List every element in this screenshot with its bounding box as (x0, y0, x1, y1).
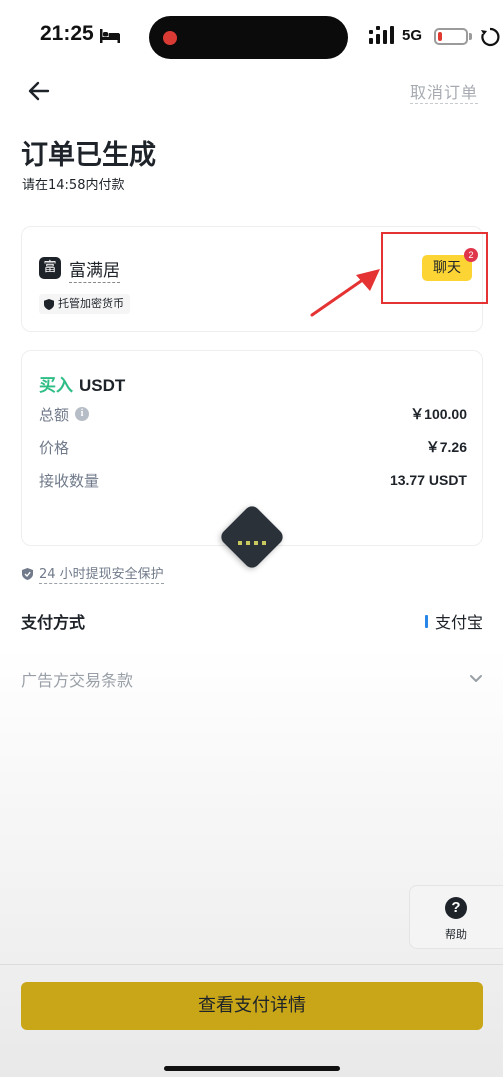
chat-unread-badge: 2 (464, 248, 478, 262)
order-screen: 21:25 5G 取消订单 订单已生成 请在14:58内付款 富 富满居 托管加… (0, 0, 503, 1077)
order-side-line: 买入 USDT (39, 371, 125, 396)
back-arrow-icon[interactable] (26, 78, 52, 104)
chat-label: 聊天 (433, 260, 461, 276)
chevron-down-icon (470, 675, 482, 682)
price-value: ￥7.26 (425, 439, 467, 455)
receive-quantity-value: 13.77 USDT (389, 472, 467, 488)
shield-icon (44, 298, 54, 310)
advertiser-terms-label: 广告方交易条款 (21, 671, 134, 690)
status-bar: 21:25 5G (0, 0, 503, 74)
network-type: 5G (402, 27, 423, 44)
escrow-tag: 托管加密货币 (39, 294, 130, 314)
merchant-name[interactable]: 富满居 (69, 256, 120, 283)
merchant-card: 富 富满居 托管加密货币 聊天 2 (21, 226, 483, 332)
bottom-divider (0, 964, 503, 965)
total-amount-label: 总额 (39, 405, 70, 424)
recording-indicator-icon (163, 31, 177, 45)
payment-method-value: 支付宝 (424, 609, 483, 633)
order-side: 买入 (39, 376, 73, 396)
payment-method-name: 支付宝 (434, 613, 483, 632)
order-asset: USDT (79, 376, 126, 395)
cancel-order-link[interactable]: 取消订单 (409, 79, 478, 104)
payment-deadline: 请在14:58内付款 (22, 178, 125, 193)
dynamic-island (149, 16, 348, 59)
view-payment-details-button[interactable]: 查看支付详情 (21, 982, 483, 1030)
help-button[interactable]: ? 帮助 (409, 885, 503, 949)
total-amount-row: 总额 i ￥100.00 (39, 403, 467, 425)
shield-icon (22, 567, 33, 580)
payment-method-row[interactable]: 支付方式 支付宝 (21, 609, 483, 633)
receive-quantity-label: 接收数量 (39, 471, 100, 490)
battery-icon (434, 28, 468, 45)
receive-quantity-row: 接收数量 13.77 USDT (39, 469, 467, 491)
info-icon[interactable]: i (75, 407, 90, 421)
price-row: 价格 ￥7.26 (39, 436, 467, 458)
merchant-avatar: 富 (39, 257, 61, 279)
cellular-signal-icon (369, 26, 394, 44)
help-label: 帮助 (445, 928, 467, 941)
home-indicator[interactable] (164, 1066, 340, 1071)
chat-button[interactable]: 聊天 2 (422, 248, 478, 281)
total-amount-value: ￥100.00 (410, 406, 467, 422)
status-time: 21:25 (40, 22, 94, 45)
alipay-color-bar (424, 614, 428, 628)
help-question-icon: ? (445, 897, 467, 919)
sleep-mode-icon (100, 29, 120, 43)
advertiser-terms-row[interactable]: 广告方交易条款 (21, 667, 483, 691)
price-label: 价格 (39, 438, 70, 457)
orientation-lock-icon (481, 27, 500, 47)
protection-label: 24 小时提现安全保护 (39, 563, 164, 584)
withdrawal-protection-note[interactable]: 24 小时提现安全保护 (22, 563, 164, 584)
payment-method-label: 支付方式 (21, 613, 86, 632)
escrow-label: 托管加密货币 (58, 297, 124, 310)
battery-tip (469, 33, 472, 40)
page-title: 订单已生成 (21, 140, 156, 171)
